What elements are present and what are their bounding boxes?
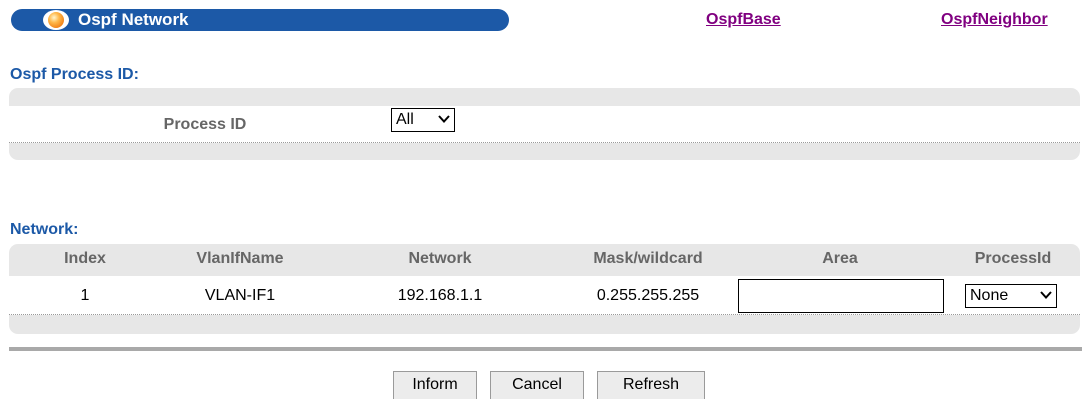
ospfneighbor-link[interactable]: OspfNeighbor xyxy=(941,11,1048,29)
refresh-button[interactable]: Refresh xyxy=(597,371,705,399)
col-header-processid: ProcessId xyxy=(974,250,1052,267)
col-header-vlanifname: VlanIfName xyxy=(196,250,284,267)
process-section-title: Ospf Process ID: xyxy=(10,66,139,83)
cell-network: 192.168.1.1 xyxy=(397,287,483,304)
col-header-index: Index xyxy=(64,250,106,267)
divider xyxy=(9,347,1082,351)
process-id-label: Process ID xyxy=(163,116,247,133)
ospfbase-link[interactable]: OspfBase xyxy=(706,11,781,29)
network-section-title: Network: xyxy=(10,221,79,238)
process-id-row-select[interactable]: None xyxy=(965,284,1057,308)
chevron-down-icon xyxy=(1040,291,1052,299)
inform-button[interactable]: Inform xyxy=(393,371,477,399)
cell-mask: 0.255.255.255 xyxy=(596,287,700,304)
col-header-network: Network xyxy=(408,250,472,267)
col-header-area: Area xyxy=(822,250,858,267)
process-id-select[interactable]: All xyxy=(391,108,455,132)
page-title: Ospf Network xyxy=(78,10,189,29)
cell-vlanifname: VLAN-IF1 xyxy=(204,287,276,304)
col-header-mask: Mask/wildcard xyxy=(593,250,703,267)
area-input[interactable] xyxy=(738,279,944,313)
process-id-row-select-value: None xyxy=(970,287,1009,304)
cancel-button[interactable]: Cancel xyxy=(490,371,584,399)
header-bar: Ospf Network xyxy=(11,9,509,31)
chevron-down-icon xyxy=(438,115,450,123)
orb-icon xyxy=(43,10,69,30)
cell-index: 1 xyxy=(80,287,90,304)
process-id-select-value: All xyxy=(396,111,414,128)
